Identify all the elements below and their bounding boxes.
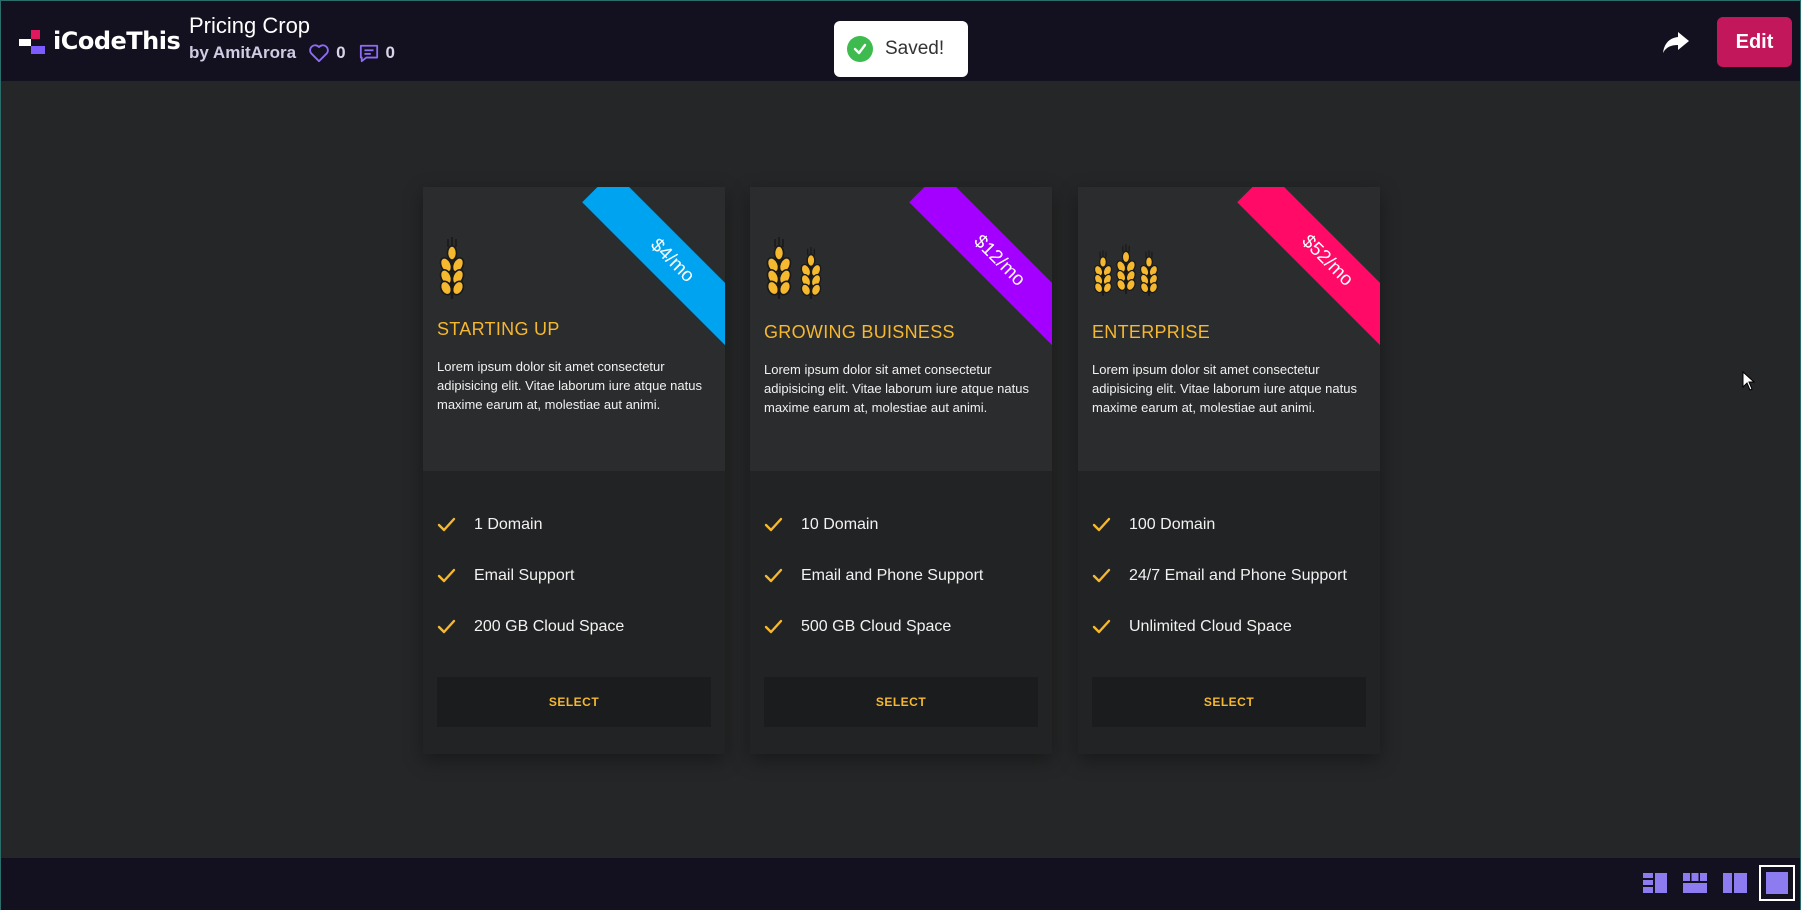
pricing-card-growing-business: $12/mo GROWING BUISNESS Lorem ipsum dolo… <box>750 187 1052 754</box>
select-button[interactable]: SELECT <box>1092 677 1366 727</box>
feature-text: 200 GB Cloud Space <box>474 617 625 635</box>
feature-list: 100 Domain 24/7 Email and Phone Support … <box>1092 499 1372 652</box>
page-title: Pricing Crop <box>189 13 311 38</box>
feature-item: 500 GB Cloud Space <box>764 601 1044 652</box>
check-icon <box>1092 517 1111 531</box>
select-button[interactable]: SELECT <box>764 677 1038 727</box>
check-icon <box>437 517 456 531</box>
plan-name: ENTERPRISE <box>1092 322 1211 342</box>
select-button[interactable]: SELECT <box>437 677 711 727</box>
feature-item: Email and Phone Support <box>764 550 1044 601</box>
logo-text: iCodeThis <box>53 27 181 55</box>
layout-side-button[interactable] <box>1721 869 1749 897</box>
feature-item: 1 Domain <box>437 499 717 550</box>
check-circle-icon <box>847 36 873 62</box>
plan-name: STARTING UP <box>437 319 560 339</box>
meta-row: by AmitArora 0 0 <box>189 43 395 63</box>
feature-item: Unlimited Cloud Space <box>1092 601 1372 652</box>
layout-grid-button[interactable] <box>1681 869 1709 897</box>
pricing-card-enterprise: $52/mo ENTERPRISE Lorem ipsum dolor sit … <box>1078 187 1380 754</box>
check-icon <box>764 517 783 531</box>
check-icon <box>1092 568 1111 582</box>
feature-text: 24/7 Email and Phone Support <box>1129 566 1347 584</box>
feature-item: Email Support <box>437 550 717 601</box>
feature-text: 100 Domain <box>1129 515 1216 533</box>
comment-icon <box>359 44 378 63</box>
plan-name: GROWING BUISNESS <box>764 322 955 342</box>
logo-icon <box>19 28 47 54</box>
feature-text: 10 Domain <box>801 515 879 533</box>
share-button[interactable] <box>1661 27 1691 57</box>
comment-count: 0 <box>385 43 395 62</box>
layout-split-icon <box>1643 873 1667 893</box>
logo[interactable]: iCodeThis <box>19 25 181 57</box>
like-count: 0 <box>336 43 346 62</box>
plan-description: Lorem ipsum dolor sit amet consectetur a… <box>764 362 1029 415</box>
heart-icon <box>309 44 329 63</box>
feature-text: 500 GB Cloud Space <box>801 617 952 635</box>
share-icon <box>1663 32 1689 53</box>
feature-item: 100 Domain <box>1092 499 1372 550</box>
feature-text: Email and Phone Support <box>801 566 984 584</box>
bottom-bar <box>1 858 1800 910</box>
check-icon <box>437 619 456 633</box>
toast-text: Saved! <box>885 38 945 59</box>
feature-text: Email Support <box>474 566 575 584</box>
check-icon <box>764 568 783 582</box>
plan-description: Lorem ipsum dolor sit amet consectetur a… <box>437 359 702 412</box>
edit-button[interactable]: Edit <box>1717 17 1792 67</box>
layout-full-button[interactable] <box>1759 865 1795 901</box>
feature-item: 24/7 Email and Phone Support <box>1092 550 1372 601</box>
pricing-card-starting-up: $4/mo STARTING UP Lorem ipsum dolor sit … <box>423 187 725 754</box>
comment-button[interactable]: 0 <box>358 43 395 63</box>
author-link[interactable]: by AmitArora <box>189 43 296 63</box>
title-block: Pricing Crop by AmitArora 0 0 <box>189 13 395 63</box>
saved-toast: Saved! <box>834 21 968 77</box>
mouse-cursor-icon <box>1742 371 1756 391</box>
layout-split-button[interactable] <box>1641 869 1669 897</box>
feature-list: 10 Domain Email and Phone Support 500 GB… <box>764 499 1044 652</box>
feature-item: 200 GB Cloud Space <box>437 601 717 652</box>
wheat-icon <box>437 237 467 299</box>
wheat-icon <box>1092 237 1160 301</box>
like-button[interactable]: 0 <box>308 43 346 63</box>
feature-text: 1 Domain <box>474 515 543 533</box>
check-icon <box>437 568 456 582</box>
feature-item: 10 Domain <box>764 499 1044 550</box>
layout-full-icon <box>1766 872 1788 894</box>
feature-list: 1 Domain Email Support 200 GB Cloud Spac… <box>437 499 717 652</box>
feature-text: Unlimited Cloud Space <box>1129 617 1292 635</box>
check-icon <box>1092 619 1111 633</box>
plan-description: Lorem ipsum dolor sit amet consectetur a… <box>1092 362 1357 415</box>
layout-side-icon <box>1723 873 1747 893</box>
layout-grid-icon <box>1683 873 1707 893</box>
wheat-icon <box>764 237 826 299</box>
check-icon <box>764 619 783 633</box>
